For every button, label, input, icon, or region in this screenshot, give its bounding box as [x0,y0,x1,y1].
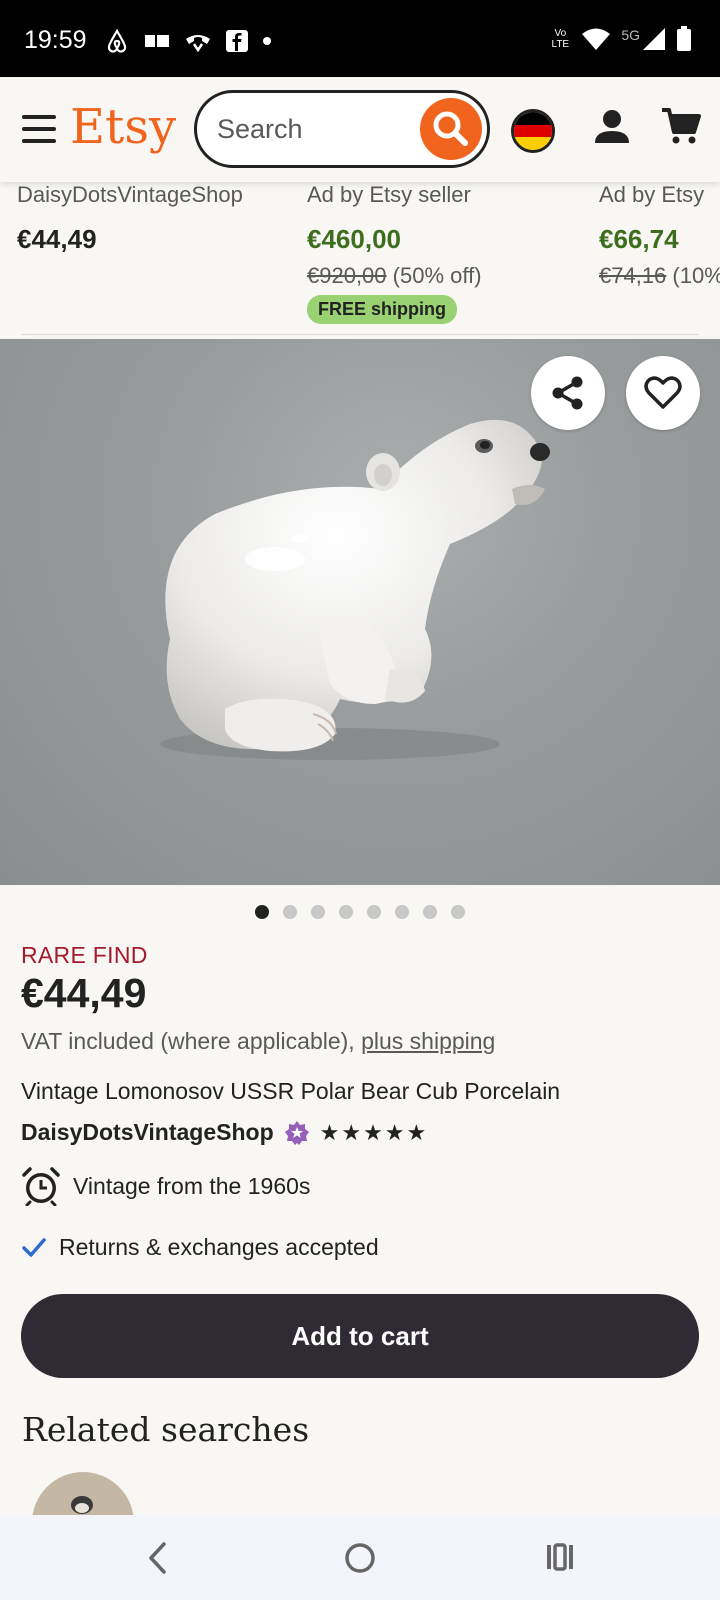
product-title: Vintage Lomonosov USSR Polar Bear Cub Po… [21,1078,561,1104]
card-price: €460,00 [307,224,401,254]
pagination-dot[interactable] [339,905,353,919]
feature-vintage-text: Vintage from the 1960s [73,1172,311,1199]
etsy-logo[interactable]: Etsy [70,99,176,155]
account-icon[interactable] [592,107,632,147]
pagination-dot[interactable] [311,905,325,919]
search-bar[interactable] [194,90,490,168]
card-discount: (50% off) [392,263,482,288]
listing-card[interactable]: DaisyDotsVintageShop €44,49 [17,182,243,255]
home-icon[interactable] [344,1542,376,1574]
rare-find-label: RARE FIND [21,942,148,968]
pagination-dot[interactable] [283,905,297,919]
call-icon [186,35,210,52]
germany-flag-icon[interactable] [511,109,555,153]
add-to-cart-button[interactable]: Add to cart [21,1294,699,1378]
feature-returns: Returns & exchanges accepted [21,1234,379,1261]
wifi-icon [582,28,611,50]
listing-card[interactable]: Ad by Etsy €66,74 €74,16 (10% [599,182,720,289]
card-original-price: €74,16 (10% [599,263,720,289]
system-navigation-bar [0,1515,720,1600]
signal-icon [643,28,665,50]
dot-icon [263,37,271,45]
strikethrough-price: €74,16 [599,263,667,288]
battery-icon [677,26,691,51]
favorite-button[interactable] [626,356,700,430]
card-price: €66,74 [599,224,679,254]
star-seller-badge-icon [284,1120,309,1145]
pagination-dot[interactable] [451,905,465,919]
alarm-clock-icon [22,1167,60,1206]
polar-bear-figurine-image [160,419,550,760]
checkmark-icon [22,1237,46,1257]
divider [21,334,699,335]
feature-vintage: Vintage from the 1960s [21,1166,310,1206]
free-shipping-badge: FREE shipping [307,295,457,324]
recommended-listings: DaisyDotsVintageShop €44,49 Ad by Etsy s… [0,182,720,332]
shop-info[interactable]: DaisyDotsVintageShop ★★★★★ [21,1119,428,1146]
shop-name-link[interactable]: DaisyDotsVintageShop [21,1119,274,1146]
pagination-dot[interactable] [395,905,409,919]
feature-returns-text: Returns & exchanges accepted [59,1234,379,1260]
search-button[interactable] [420,98,482,160]
plus-shipping-link[interactable]: plus shipping [361,1028,495,1054]
network-label: 5G [621,26,640,43]
card-ad-label: Ad by Etsy seller [307,182,471,207]
pagination-dot[interactable] [367,905,381,919]
back-icon[interactable] [146,1541,170,1575]
status-bar: 19:59 Vo LTE 5G [0,0,720,77]
shop-rating-stars: ★★★★★ [319,1119,429,1145]
share-icon [552,376,583,410]
volte-label: Vo LTE [551,28,570,50]
search-input[interactable] [217,111,417,147]
app-icon [145,35,169,47]
share-button[interactable] [531,356,605,430]
product-price: €44,49 [21,970,147,1016]
cart-icon[interactable] [660,105,702,147]
card-original-price: €920,00 (50% off) [307,263,482,289]
notification-icons [104,28,272,54]
image-pagination[interactable] [0,905,720,919]
pagination-dot-active[interactable] [255,905,269,919]
listing-card[interactable]: Ad by Etsy seller €460,00 €920,00 (50% o… [307,182,482,324]
vat-notice: VAT included (where applicable), plus sh… [21,1028,495,1055]
card-ad-label: Ad by Etsy [599,182,705,207]
heart-icon [644,376,682,409]
recent-apps-icon[interactable] [545,1542,575,1572]
pagination-dot[interactable] [423,905,437,919]
vat-text: VAT included (where applicable), [21,1028,355,1054]
volte-icon: Vo LTE [549,28,571,50]
menu-icon[interactable] [22,115,56,143]
search-icon [433,111,468,146]
app-header: Etsy [0,77,720,182]
card-shop-name: DaisyDotsVintageShop [17,182,243,207]
status-time: 19:59 [24,26,87,54]
facebook-icon [226,30,248,52]
related-searches-heading: Related searches [22,1410,310,1449]
card-price: €44,49 [17,224,97,254]
product-image[interactable] [0,339,720,885]
card-discount: (10% [672,263,720,288]
system-icons: Vo LTE 5G [549,26,692,52]
strikethrough-price: €920,00 [307,263,387,288]
airbnb-icon [107,28,127,53]
